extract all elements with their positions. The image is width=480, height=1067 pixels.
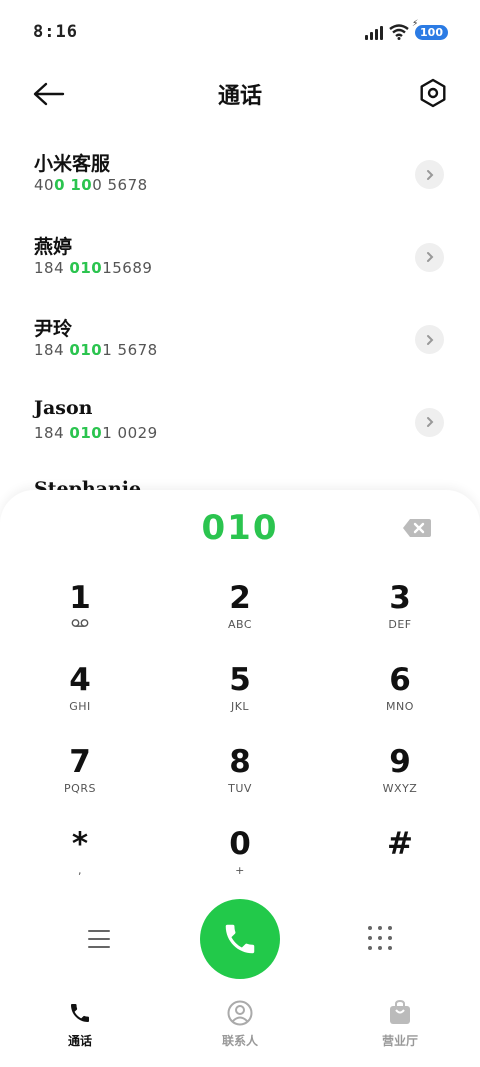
contact-name: 燕婷 (34, 235, 73, 258)
key-3[interactable]: 3 DEF (320, 578, 480, 660)
contact-item[interactable]: 尹玲 184 0101 5678 (0, 305, 480, 388)
wifi-icon (389, 24, 409, 40)
key-star[interactable]: * , (0, 824, 160, 906)
status-bar: 8:16 ⚡ 100 (0, 0, 480, 64)
key-2[interactable]: 2 ABC (160, 578, 320, 660)
keypad: 1 2 ABC 3 DEF 4 GHI 5 JKL 6 MNO 7 PQRS 8… (0, 578, 480, 906)
battery-icon: ⚡ 100 (412, 19, 448, 40)
key-8[interactable]: 8 TUV (160, 742, 320, 824)
key-5[interactable]: 5 JKL (160, 660, 320, 742)
nav-label: 营业厅 (381, 1034, 418, 1048)
key-1[interactable]: 1 (0, 578, 160, 660)
contact-item[interactable]: 燕婷 184 01015689 (0, 223, 480, 306)
contact-detail-button[interactable] (415, 325, 444, 354)
dialer-panel: 010 1 2 ABC 3 DEF 4 GHI 5 JKL 6 MNO 7 PQ… (0, 490, 480, 1067)
key-0[interactable]: 0 + (160, 824, 320, 906)
bottom-nav: 通话 联系人 营业厅 (0, 1000, 480, 1060)
status-time: 8:16 (33, 22, 78, 42)
status-icons: ⚡ 100 (365, 19, 448, 40)
charging-bolt-icon: ⚡ (412, 18, 419, 29)
key-9[interactable]: 9 WXYZ (320, 742, 480, 824)
phone-icon (225, 924, 255, 954)
key-6[interactable]: 6 MNO (320, 660, 480, 742)
chevron-right-icon (426, 417, 433, 427)
menu-icon[interactable] (88, 930, 110, 948)
key-4[interactable]: 4 GHI (0, 660, 160, 742)
nav-contacts[interactable]: 联系人 (160, 1000, 320, 1060)
call-button[interactable] (200, 899, 280, 979)
contact-detail-button[interactable] (415, 407, 444, 437)
contact-number: 184 01015689 (34, 258, 153, 277)
page-title: 通话 (217, 84, 262, 109)
voicemail-icon (71, 619, 89, 627)
chevron-right-icon (426, 169, 433, 180)
store-bag-icon (387, 1000, 413, 1026)
contact-number: 184 0101 0029 (34, 423, 158, 442)
keypad-grid-icon[interactable] (368, 926, 392, 950)
action-row (0, 898, 480, 980)
contact-number: 400 100 5678 (34, 176, 148, 194)
battery-level: 100 (420, 25, 443, 39)
header: 通话 (0, 70, 480, 118)
contact-name: 小米客服 (34, 153, 111, 175)
nav-label: 通话 (67, 1034, 92, 1048)
contact-name: 尹玲 (34, 318, 73, 340)
key-7[interactable]: 7 PQRS (0, 742, 160, 824)
contact-item[interactable]: Jason 184 0101 0029 (0, 388, 480, 471)
signal-icon (365, 24, 384, 40)
nav-calls[interactable]: 通话 (0, 1000, 160, 1060)
nav-store[interactable]: 营业厅 (320, 1000, 480, 1060)
contact-number: 184 0101 5678 (34, 341, 158, 359)
chevron-right-icon (426, 334, 433, 345)
person-icon (227, 1000, 253, 1026)
chevron-right-icon (426, 252, 433, 262)
settings-hexagon-icon[interactable] (418, 78, 448, 108)
phone-icon (67, 1000, 93, 1026)
backspace-icon[interactable] (402, 518, 432, 538)
nav-label: 联系人 (221, 1034, 258, 1048)
contact-detail-button[interactable] (415, 160, 444, 189)
key-hash[interactable]: # (320, 824, 480, 906)
contact-name: Jason (34, 396, 93, 419)
contact-detail-button[interactable] (415, 242, 444, 272)
contact-item[interactable]: 小米客服 400 100 5678 (0, 140, 480, 223)
